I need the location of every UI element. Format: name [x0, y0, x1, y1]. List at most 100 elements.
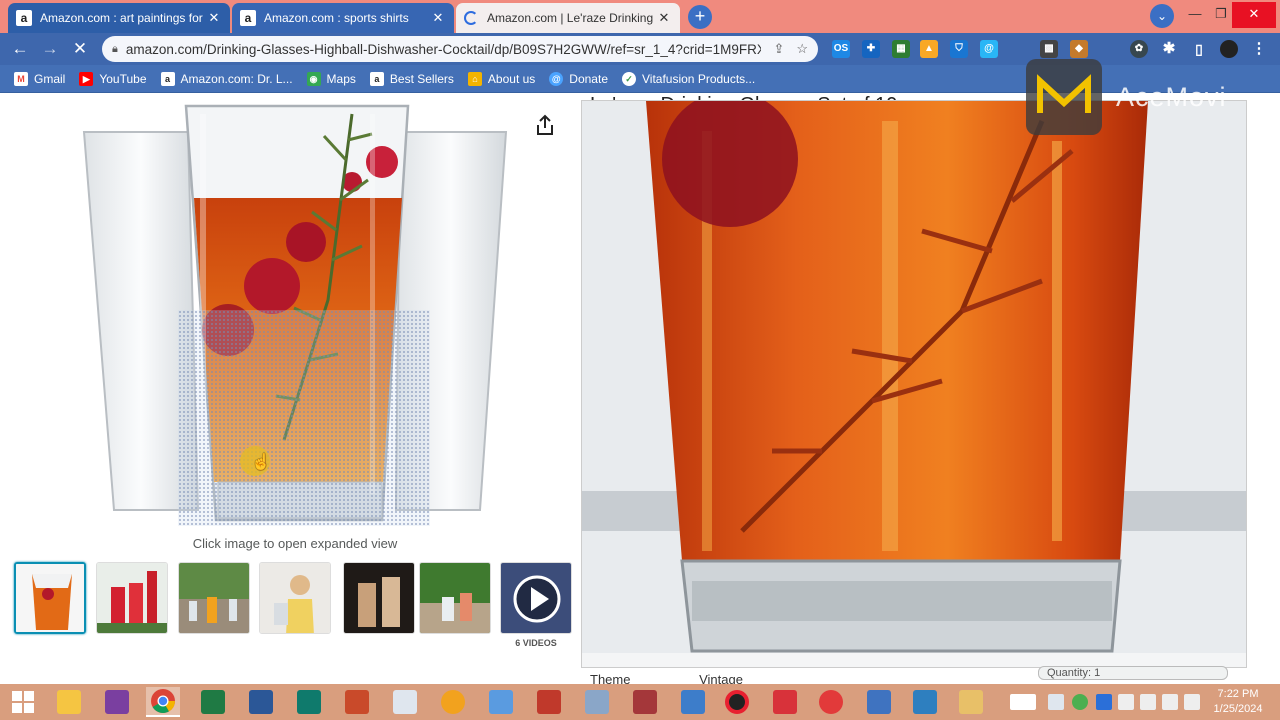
at-extension-icon[interactable]: @	[980, 40, 998, 58]
bookmark-amazon-dr[interactable]: a Amazon.com: Dr. L...	[160, 71, 293, 86]
windows-logo-icon	[12, 691, 34, 713]
tab-art-paintings[interactable]: a Amazon.com : art paintings for w ✕	[8, 3, 230, 33]
folder-zip-icon[interactable]	[954, 687, 988, 717]
quantity-select[interactable]: Quantity: 1	[1038, 666, 1228, 680]
drive-extension-icon[interactable]: ▲	[920, 40, 938, 58]
expand-image-caption: Click image to open expanded view	[192, 536, 398, 551]
window-close-icon[interactable]: ✕	[1232, 2, 1276, 28]
excel-icon[interactable]	[196, 687, 230, 717]
access-icon[interactable]	[628, 687, 662, 717]
tab-title: Amazon.com : art paintings for w	[40, 11, 206, 25]
hand-cursor-icon: ☝	[240, 446, 271, 476]
thumbnail-garden-drinks[interactable]	[419, 562, 491, 634]
network-app-icon[interactable]	[862, 687, 896, 717]
file-explorer-icon[interactable]	[52, 687, 86, 717]
clock-date: 1/25/2024	[1213, 703, 1263, 715]
thumbnail-video[interactable]	[500, 562, 572, 634]
theme-value: Vintage	[699, 672, 743, 684]
product-page: Le'raze Drinking Glasses Set of 10	[0, 94, 1280, 684]
thumbnail-iced-coffee[interactable]	[343, 562, 415, 634]
winrar-icon[interactable]	[100, 687, 134, 717]
bookmark-star-icon[interactable]: ☆	[796, 41, 808, 57]
zoomed-product-image	[582, 101, 1246, 667]
forward-arrow-icon[interactable]: →	[38, 37, 62, 61]
bookmark-youtube[interactable]: ▶ YouTube	[79, 71, 147, 86]
bookmark-label: Vitafusion Products...	[642, 71, 756, 86]
acemovi-watermark: AceMovi	[1026, 52, 1274, 142]
scanner-icon[interactable]	[676, 687, 710, 717]
tab-drinking-glasses[interactable]: Amazon.com | Le'raze Drinking G ✕	[456, 3, 680, 33]
shield-extension-icon[interactable]: ⛉	[950, 40, 968, 58]
stop-loading-icon[interactable]: ✕	[68, 37, 92, 61]
amazon-icon: a	[160, 71, 175, 86]
bookmark-label: Amazon.com: Dr. L...	[180, 71, 293, 86]
back-arrow-icon[interactable]: ←	[8, 37, 32, 61]
url-text: amazon.com/Drinking-Glasses-Highball-Dis…	[125, 41, 762, 57]
share-icon[interactable]	[535, 114, 555, 136]
paint-app-icon[interactable]	[484, 687, 518, 717]
at-icon: @	[549, 71, 564, 86]
display-icon[interactable]	[1048, 694, 1064, 710]
upload-app-icon[interactable]	[436, 687, 470, 717]
tab-search-chevron-icon[interactable]: ⌄	[1150, 4, 1174, 28]
thumbnail-woman-drinking[interactable]	[259, 562, 331, 634]
start-button[interactable]	[6, 687, 40, 717]
bookmark-label: YouTube	[99, 71, 147, 86]
network-signal-icon[interactable]	[1140, 694, 1156, 710]
bookmark-best-sellers[interactable]: a Best Sellers	[369, 71, 454, 86]
amazon-favicon-icon: a	[16, 10, 32, 26]
thumbnail-glasses[interactable]	[14, 562, 86, 634]
thumbnail-outdoor-table[interactable]	[178, 562, 250, 634]
bluetooth-icon[interactable]	[1096, 694, 1112, 710]
extension-icon[interactable]: ✚	[862, 40, 880, 58]
security-icon[interactable]	[1118, 694, 1134, 710]
share-page-icon[interactable]: ⇪	[773, 41, 784, 57]
thumbnail-red-drinks[interactable]	[96, 562, 168, 634]
bookmark-gmail[interactable]: M Gmail	[14, 71, 66, 86]
windows-taskbar: 7:22 PM 1/25/2024	[0, 684, 1280, 720]
address-bar[interactable]: 🔒︎ amazon.com/Drinking-Glasses-Highball-…	[102, 36, 818, 62]
publisher-icon[interactable]	[292, 687, 326, 717]
lock-icon: 🔒︎	[112, 42, 118, 55]
house-icon: ⌂	[467, 71, 482, 86]
graph-app-icon[interactable]	[532, 687, 566, 717]
sheets-extension-icon[interactable]: ▦	[892, 40, 910, 58]
close-icon[interactable]: ✕	[206, 10, 222, 26]
bookmark-vitafusion[interactable]: ✓ Vitafusion Products...	[622, 71, 756, 86]
acemovi-logo-icon	[1026, 59, 1102, 135]
screen-recorder-icon[interactable]	[720, 687, 754, 717]
close-icon[interactable]: ✕	[656, 10, 672, 26]
tab-sports-shirts[interactable]: a Amazon.com : sports shirts ✕	[232, 3, 454, 33]
bookmark-maps[interactable]: ◉ Maps	[306, 71, 356, 86]
chrome-icon[interactable]	[146, 687, 180, 717]
loading-spinner-icon	[464, 11, 478, 25]
clock-time: 7:22 PM	[1217, 688, 1259, 700]
zoom-preview-panel	[581, 100, 1247, 668]
amazon-icon: a	[369, 71, 384, 86]
bookmark-about-us[interactable]: ⌂ About us	[467, 71, 536, 86]
bookmark-donate[interactable]: @ Donate	[549, 71, 608, 86]
bookmark-label: Gmail	[34, 71, 66, 86]
system-clock[interactable]: 7:22 PM 1/25/2024	[1206, 687, 1270, 717]
message-icon[interactable]	[1184, 694, 1200, 710]
audio-app-icon[interactable]	[814, 687, 848, 717]
bookmark-label: Donate	[569, 71, 608, 86]
word-icon[interactable]	[244, 687, 278, 717]
desktop-app-icon[interactable]	[580, 687, 614, 717]
close-icon[interactable]: ✕	[430, 10, 446, 26]
keyboard-icon[interactable]	[1010, 694, 1036, 710]
zoom-lens[interactable]	[178, 310, 430, 526]
theme-label: Theme Vintage	[590, 672, 743, 684]
powerpoint-icon[interactable]	[340, 687, 374, 717]
video-editor-icon[interactable]	[768, 687, 802, 717]
chrome-tray-icon[interactable]	[1072, 694, 1088, 710]
bookmark-label: About us	[487, 71, 536, 86]
theme-key: Theme	[590, 672, 631, 684]
new-tab-button[interactable]: +	[688, 5, 712, 29]
os-extension-icon[interactable]: OS	[832, 40, 850, 58]
remote-desktop-icon[interactable]	[388, 687, 422, 717]
gmail-icon: M	[14, 71, 28, 86]
photos-icon[interactable]	[908, 687, 942, 717]
volume-icon[interactable]	[1162, 694, 1178, 710]
bookmark-label: Best Sellers	[389, 71, 454, 86]
